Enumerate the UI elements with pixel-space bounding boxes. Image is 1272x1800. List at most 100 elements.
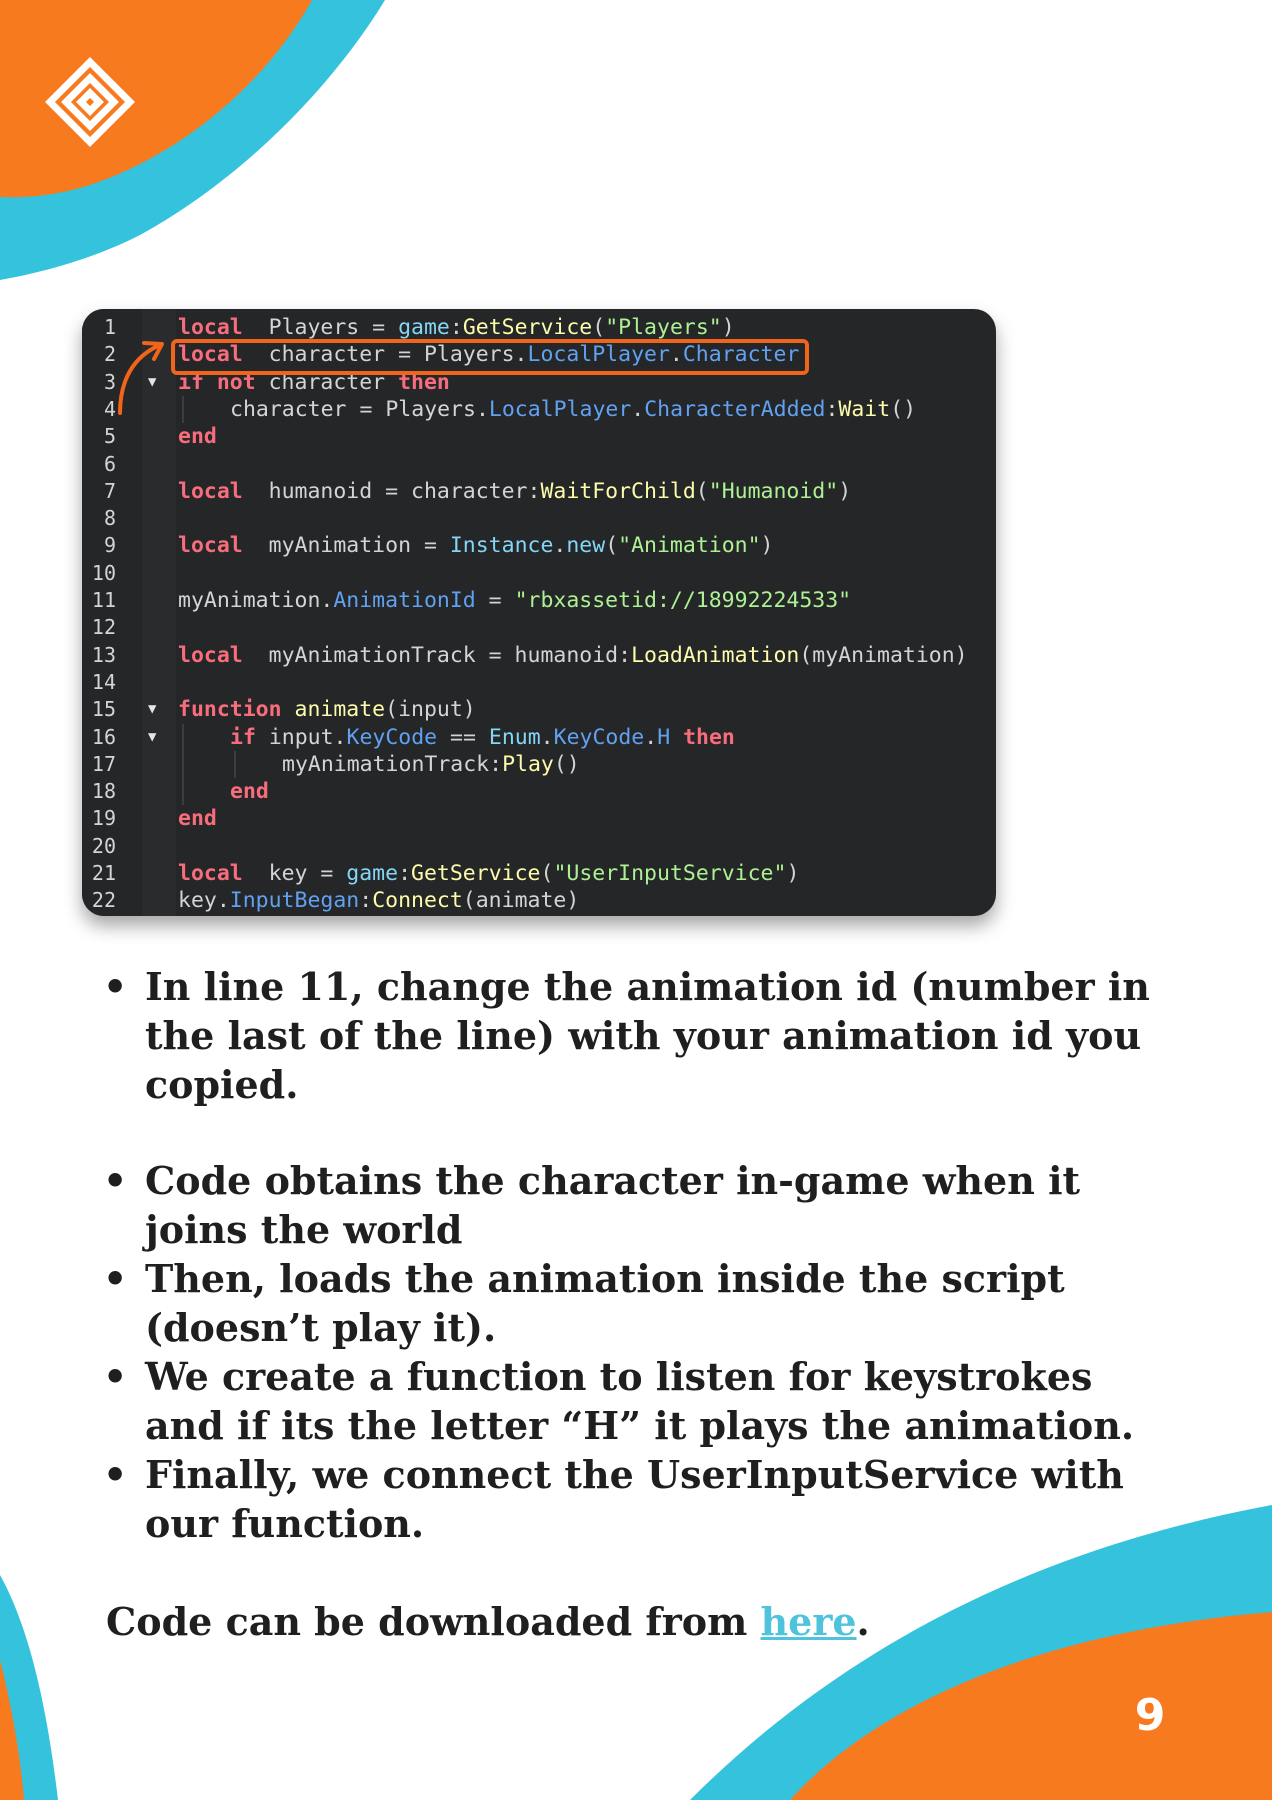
code-token: local	[178, 478, 243, 504]
code-line: 4 character = Players.LocalPlayer.Charact…	[82, 395, 996, 424]
indent-guide	[182, 723, 184, 751]
code-token: then	[683, 724, 735, 750]
code-line: 16 ▼ if input.KeyCode == Enum.KeyCode.H th…	[82, 723, 996, 751]
code-token: AnimationId	[333, 588, 476, 613]
code-token: (	[695, 478, 709, 504]
code-line: 1 local Players = game:GetService("Player…	[82, 314, 996, 341]
code-token: LoadAnimation	[631, 642, 800, 668]
download-link[interactable]: here	[761, 1599, 857, 1644]
line-number: 9	[103, 533, 116, 558]
code-line: 20	[82, 833, 996, 860]
code-token: "UserInputService"	[553, 861, 787, 886]
code-line: 15 ▼ function animate(input)	[82, 696, 996, 723]
download-line: Code can be downloaded from here.	[106, 1597, 870, 1646]
code-line: 8	[82, 505, 996, 532]
code-line: 10	[82, 560, 996, 587]
code-token: end	[230, 779, 269, 805]
code-token: Enum	[488, 724, 541, 750]
code-text: myAnimation.AnimationId = "rbxassetid://…	[178, 587, 851, 614]
code-token: :	[359, 888, 373, 914]
line-number: 18	[91, 779, 116, 804]
code-token: end	[178, 806, 217, 832]
code-token: LocalPlayer	[488, 396, 632, 422]
fold-toggle-icon[interactable]: ▼	[148, 724, 156, 751]
code-token: InputBegan	[229, 888, 360, 914]
code-line: 12	[82, 614, 996, 641]
code-text: myAnimationTrack:Play()	[282, 751, 580, 778]
code-text: local humanoid = character:WaitForChild(…	[178, 478, 851, 505]
code-token: Play	[502, 751, 554, 777]
indent-guide	[182, 395, 184, 424]
code-token: (	[605, 533, 619, 559]
instruction-list: In line 11, change the animation id (num…	[103, 962, 1183, 1109]
line-number: 21	[91, 861, 116, 885]
line-number: 17	[91, 751, 116, 776]
code-line: 14	[82, 669, 996, 696]
code-text: if input.KeyCode == Enum.KeyCode.H then	[230, 724, 735, 751]
code-line: 21 local key = game:GetService("UserInput…	[82, 860, 996, 887]
code-token: input.	[255, 724, 347, 750]
code-text: function animate(input)	[178, 696, 476, 723]
code-text: key.InputBegan:Connect(animate)	[178, 887, 579, 914]
line-number: 16	[91, 724, 116, 749]
code-text: local key = game:GetService("UserInputSe…	[178, 860, 799, 887]
code-token: )	[838, 478, 852, 504]
code-token: "Humanoid"	[708, 478, 839, 504]
code-token: "Animation"	[618, 533, 761, 559]
code-text: local myAnimation = Instance.new("Animat…	[178, 532, 774, 559]
code-token: Instance	[449, 533, 554, 559]
code-editor-screenshot: 1 local Players = game:GetService("Player…	[82, 309, 996, 916]
code-line: 9 local myAnimation = Instance.new("Anima…	[82, 532, 996, 559]
fold-toggle-icon[interactable]: ▼	[148, 696, 156, 723]
code-line: 18 end	[82, 778, 996, 806]
code-token: animate	[294, 697, 386, 723]
code-token: :	[398, 861, 412, 886]
code-line: 5 end	[82, 423, 996, 450]
code-token: .	[644, 724, 658, 750]
explanation-item: Code obtains the character in-game when …	[103, 1156, 1183, 1254]
line-number: 7	[103, 478, 116, 503]
code-token: KeyCode	[346, 724, 438, 750]
code-token: myAnimationTrack:	[282, 751, 503, 777]
code-token: local	[178, 861, 243, 886]
code-token: key =	[242, 861, 347, 886]
code-line: 7 local humanoid = character:WaitForChild…	[82, 478, 996, 505]
line-number: 8	[103, 506, 116, 531]
code-token: KeyCode	[553, 724, 645, 750]
line-number: 6	[103, 451, 116, 476]
line-number: 11	[91, 588, 116, 612]
code-token: (	[540, 861, 554, 886]
explanation-list: Code obtains the character in-game when …	[103, 1156, 1183, 1548]
download-text: Code can be downloaded from	[106, 1599, 761, 1644]
code-token: Connect	[372, 888, 463, 914]
code-line: 17 myAnimationTrack:Play()	[82, 750, 996, 779]
code-token: GetService	[411, 861, 541, 886]
indent-guide	[234, 750, 236, 779]
code-line: 11 myAnimation.AnimationId = "rbxassetid:…	[82, 587, 996, 614]
code-token: .	[553, 533, 567, 559]
code-token: myAnimationTrack = humanoid:	[242, 642, 632, 668]
line-number: 5	[103, 424, 116, 449]
code-token: if	[230, 724, 256, 750]
line-number: 22	[91, 888, 116, 913]
code-token: CharacterAdded	[644, 396, 826, 422]
indent-guide	[182, 750, 184, 779]
explanation-item: We create a function to listen for keyst…	[103, 1352, 1183, 1450]
code-line: 19 end	[82, 805, 996, 832]
code-token: game	[398, 315, 450, 340]
code-line: 22 key.InputBegan:Connect(animate)	[82, 887, 996, 914]
code-token: myAnimation.	[178, 588, 334, 613]
code-token: GetService	[462, 315, 593, 340]
code-token: local	[178, 315, 243, 340]
code-text: end	[178, 805, 217, 832]
code-token: character = Players.	[230, 396, 489, 422]
line-number: 15	[91, 697, 116, 722]
code-token: "rbxassetid://18992224533"	[514, 588, 852, 613]
line-number: 10	[91, 560, 116, 585]
code-token: (	[592, 315, 606, 340]
code-token: (animate)	[462, 888, 580, 914]
code-token: :	[449, 315, 463, 340]
explanation-item: Then, loads the animation inside the scr…	[103, 1254, 1183, 1352]
